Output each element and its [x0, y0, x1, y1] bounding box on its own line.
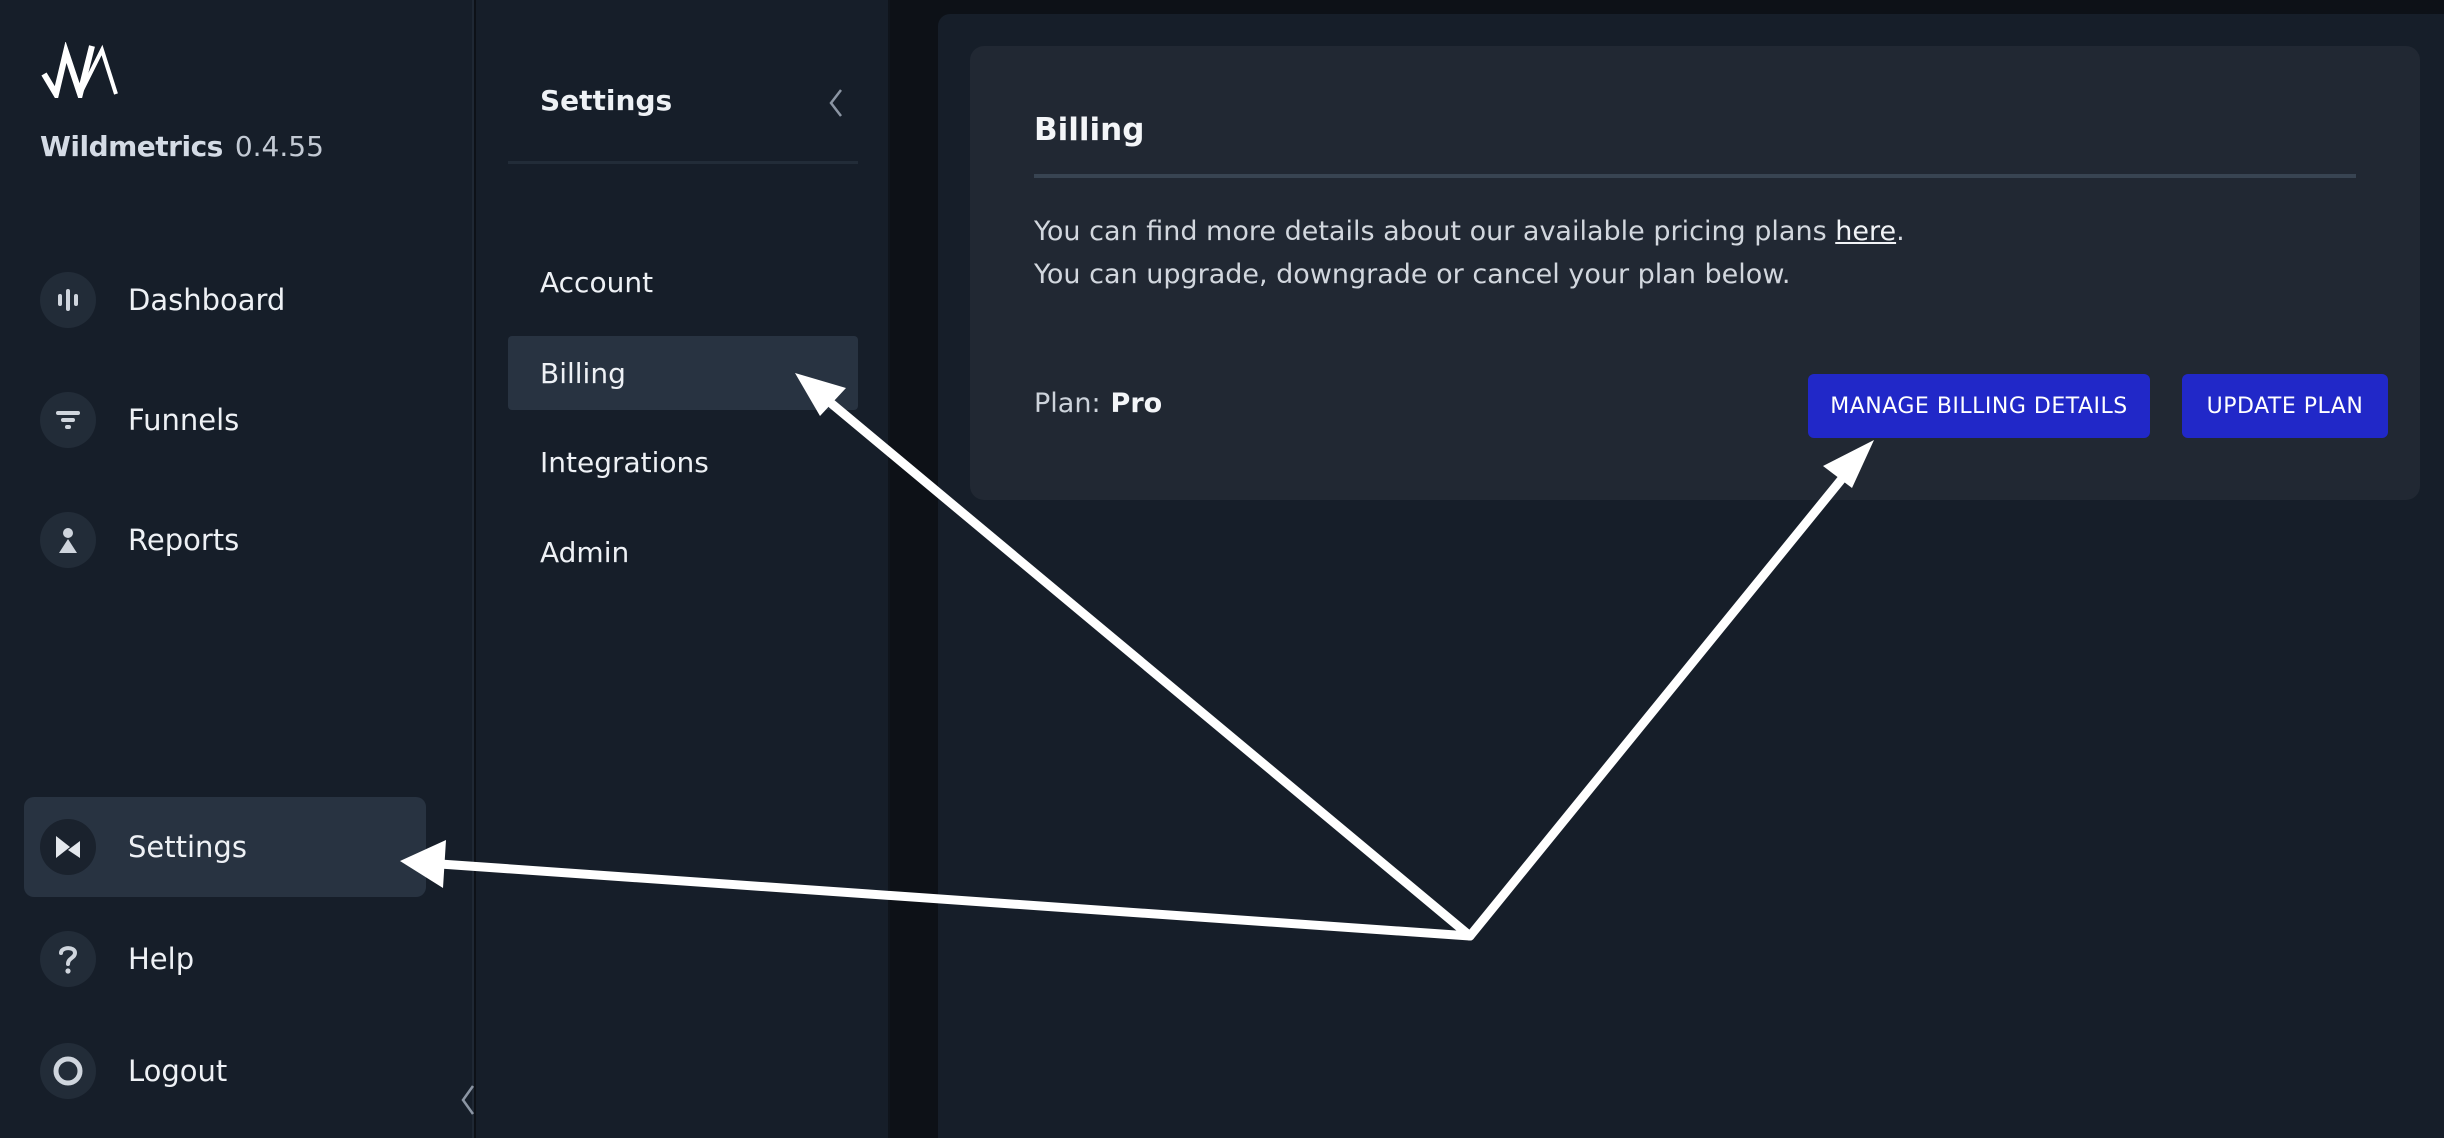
- subnav-item-account[interactable]: Account: [508, 245, 858, 319]
- description-line-1: You can find more details about our avai…: [1034, 210, 1905, 253]
- sidebar-item-label: Reports: [128, 523, 240, 557]
- manage-billing-details-button[interactable]: MANAGE BILLING DETAILS: [1808, 374, 2150, 438]
- sidebar-item-settings[interactable]: Settings: [24, 797, 426, 897]
- chevron-left-icon[interactable]: [458, 1082, 478, 1118]
- sidebar-item-label: Help: [128, 942, 195, 976]
- question-icon: [40, 931, 96, 987]
- current-plan: Plan: Pro: [1034, 388, 1162, 419]
- description-line-2: You can upgrade, downgrade or cancel you…: [1034, 259, 1791, 290]
- sidebar-item-dashboard[interactable]: Dashboard: [24, 250, 426, 350]
- main-content: Billing You can find more details about …: [938, 14, 2444, 1138]
- chevron-left-icon[interactable]: [826, 86, 846, 120]
- app-brand: Wildmetrics 0.4.55: [40, 130, 324, 163]
- sidebar-item-label: Dashboard: [128, 283, 286, 317]
- subnav-item-admin[interactable]: Admin: [508, 515, 858, 589]
- divider: [1034, 174, 2356, 178]
- plan-label: Plan:: [1034, 388, 1101, 419]
- billing-card: Billing You can find more details about …: [970, 46, 2420, 500]
- app-name: Wildmetrics: [40, 130, 223, 163]
- bar-chart-icon: [40, 272, 96, 328]
- subnav-item-integrations[interactable]: Integrations: [508, 425, 858, 499]
- sidebar-item-reports[interactable]: Reports: [24, 490, 426, 590]
- sidebar-item-funnels[interactable]: Funnels: [24, 370, 426, 470]
- circle-icon: [40, 1043, 96, 1099]
- subnav-item-billing[interactable]: Billing: [508, 336, 858, 410]
- settings-flag-icon: [40, 819, 96, 875]
- description-text: You can find more details about our avai…: [1034, 216, 1836, 247]
- billing-description: You can find more details about our avai…: [1034, 210, 1905, 296]
- description-text: .: [1896, 216, 1905, 247]
- sidebar-item-logout[interactable]: Logout: [24, 1021, 426, 1121]
- sidebar-item-label: Funnels: [128, 403, 240, 437]
- sidebar-item-label: Settings: [128, 830, 247, 864]
- app-version: 0.4.55: [234, 130, 324, 163]
- page-title: Billing: [1034, 112, 1145, 148]
- update-plan-button[interactable]: UPDATE PLAN: [2182, 374, 2388, 438]
- sidebar-item-help[interactable]: Help: [24, 909, 426, 1009]
- pricing-plans-link[interactable]: here: [1835, 216, 1896, 247]
- sidebar-item-label: Logout: [128, 1054, 228, 1088]
- person-icon: [40, 512, 96, 568]
- main-sidebar: Wildmetrics 0.4.55 Dashboard Funnels Rep…: [0, 0, 475, 1138]
- funnel-icon: [40, 392, 96, 448]
- divider: [508, 161, 858, 164]
- settings-subnav: Settings Account Billing Integrations Ad…: [476, 0, 890, 1138]
- plan-value: Pro: [1110, 388, 1163, 419]
- wildmetrics-logo-icon[interactable]: [40, 42, 120, 98]
- subnav-title: Settings: [540, 84, 673, 117]
